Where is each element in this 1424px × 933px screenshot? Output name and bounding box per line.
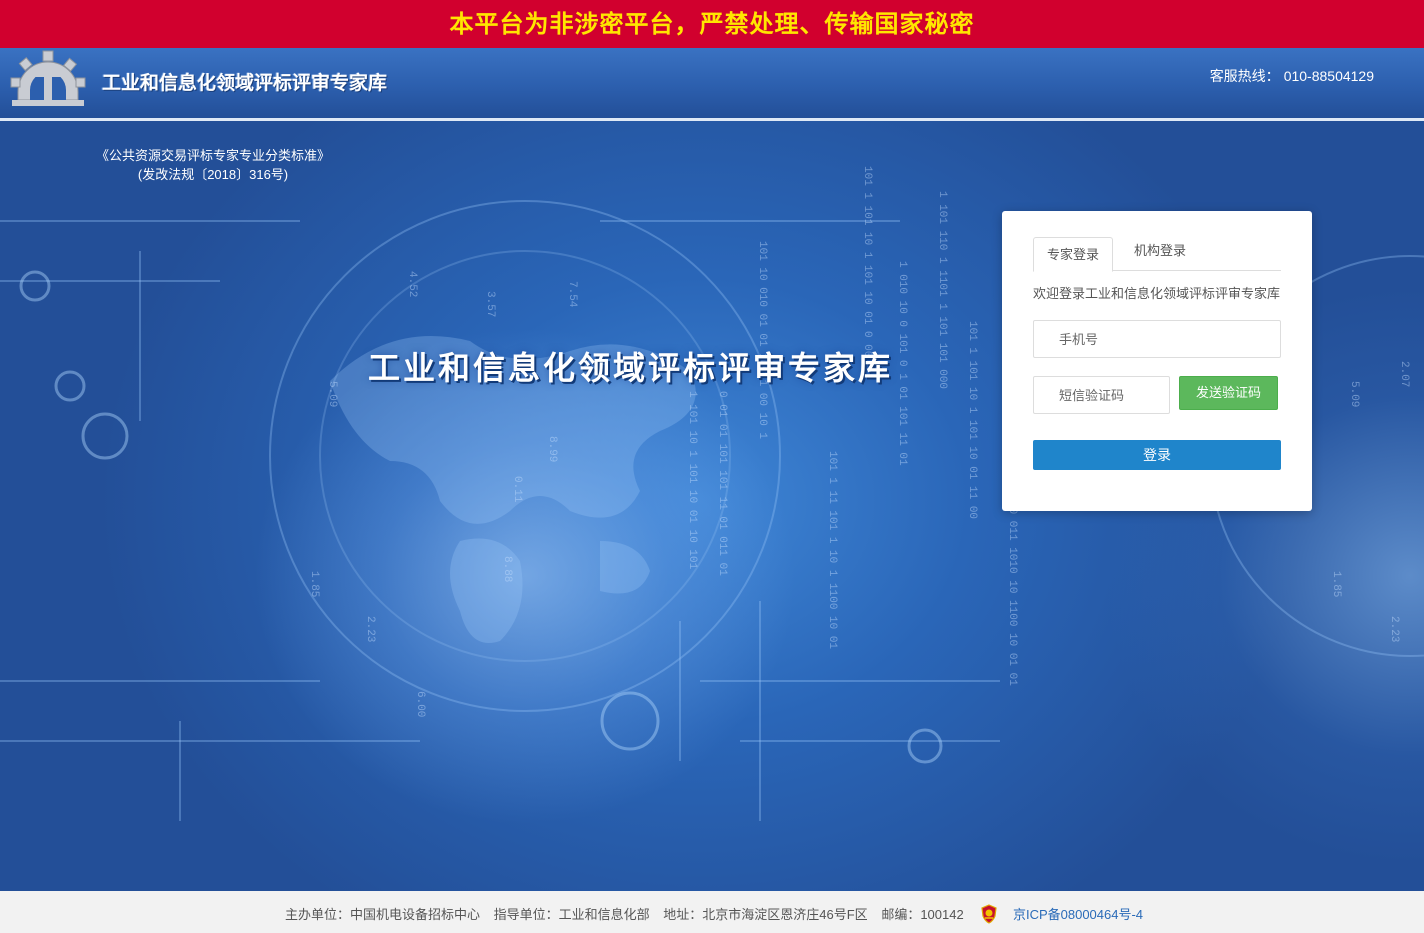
svg-text:5.09: 5.09 (326, 381, 338, 407)
footer-sponsor: 主办单位：中国机电设备招标中心 (285, 907, 481, 922)
svg-text:2.23: 2.23 (364, 616, 376, 642)
svg-text:2.07: 2.07 (1398, 361, 1410, 387)
svg-text:6.00: 6.00 (414, 691, 426, 717)
login-button[interactable]: 登录 (1033, 440, 1281, 470)
svg-text:10 011 1010 10 1100 10 01 01: 10 011 1010 10 1100 10 01 01 (1006, 501, 1018, 686)
svg-text:101 1 101 10 1 101 10 01 0 00: 101 1 101 10 1 101 10 01 0 00 (861, 166, 873, 357)
svg-text:101 1 11 101 1 10 1 1100 10 01: 101 1 11 101 1 10 1 1100 10 01 (826, 451, 838, 649)
svg-text:7.54: 7.54 (566, 281, 578, 308)
svg-text:5.09: 5.09 (1348, 381, 1360, 407)
svg-text:1 101 110 1 1101 1 101 101 000: 1 101 110 1 1101 1 101 101 000 (936, 191, 948, 389)
police-badge-icon (981, 903, 997, 924)
footer-guide: 指导单位：工业和信息化部 (493, 907, 650, 922)
hotline: 客服热线： 010-88504129 (1206, 66, 1374, 86)
login-panel: 专家登录 机构登录 欢迎登录工业和信息化领域评标评审专家库 发送验证码 登录 (1002, 211, 1312, 511)
welcome-text: 欢迎登录工业和信息化领域评标评审专家库 (1033, 286, 1281, 301)
hotline-label: 客服热线： (1209, 68, 1280, 84)
standard-document-number: (发改法规〔2018〕316号) (137, 167, 289, 182)
svg-text:2.23: 2.23 (1388, 616, 1400, 642)
svg-text:1 101 10 1 101 10 01 10 101: 1 101 10 1 101 10 01 10 101 (686, 391, 698, 570)
footer-address: 地址：北京市海淀区恩济庄46号F区 (663, 907, 868, 922)
site-footer: 主办单位：中国机电设备招标中心 指导单位：工业和信息化部 地址：北京市海淀区恩济… (0, 891, 1424, 933)
svg-text:101 10 010 01 01 101 1 00 10 1: 101 10 010 01 01 101 1 00 10 1 (756, 241, 768, 439)
icp-link[interactable]: 京ICP备08000464号-4 (1013, 907, 1143, 922)
svg-text:1.85: 1.85 (1330, 571, 1342, 597)
svg-text:0.11: 0.11 (511, 476, 523, 503)
svg-text:3.57: 3.57 (484, 291, 496, 317)
security-warning-text: 本平台为非涉密平台，严禁处理、传输国家秘密 (449, 11, 975, 38)
tab-organization-login[interactable]: 机构登录 (1119, 237, 1201, 271)
gear-logo-icon (10, 50, 86, 106)
hero-title: 工业和信息化领域评标评审专家库 (368, 350, 894, 386)
classification-standard-note: 《公共资源交易评标专家专业分类标准》 (发改法规〔2018〕316号) (96, 146, 330, 184)
site-header: 工业和信息化领域评标评审专家库 客服热线： 010-88504129 (0, 48, 1424, 118)
svg-text:4.52: 4.52 (406, 271, 418, 297)
footer-postcode: 邮编：100142 (881, 907, 964, 922)
hotline-number: 010-88504129 (1283, 68, 1374, 84)
svg-text:1 010 10 0 101 0 1 01 101 11 0: 1 010 10 0 101 0 1 01 101 11 01 (896, 261, 908, 466)
login-tabs: 专家登录 机构登录 (1033, 237, 1281, 272)
svg-text:101 1 101 10 1 101 10 01 11 00: 101 1 101 10 1 101 10 01 11 00 (966, 321, 978, 519)
svg-text:8.99: 8.99 (546, 436, 558, 462)
svg-text:8.88: 8.88 (501, 556, 513, 582)
svg-text:0 01 01 101 101 11 01 011 01: 0 01 01 101 101 11 01 011 01 (716, 391, 728, 576)
svg-text:1.85: 1.85 (308, 571, 320, 597)
tab-expert-login[interactable]: 专家登录 (1033, 237, 1113, 272)
site-title: 工业和信息化领域评标评审专家库 (102, 72, 388, 94)
phone-input[interactable] (1033, 320, 1281, 358)
standard-title: 《公共资源交易评标专家专业分类标准》 (96, 148, 331, 163)
send-code-button[interactable]: 发送验证码 (1179, 376, 1278, 410)
security-warning-banner: 本平台为非涉密平台，严禁处理、传输国家秘密 (0, 0, 1424, 48)
sms-code-input[interactable] (1033, 376, 1170, 414)
